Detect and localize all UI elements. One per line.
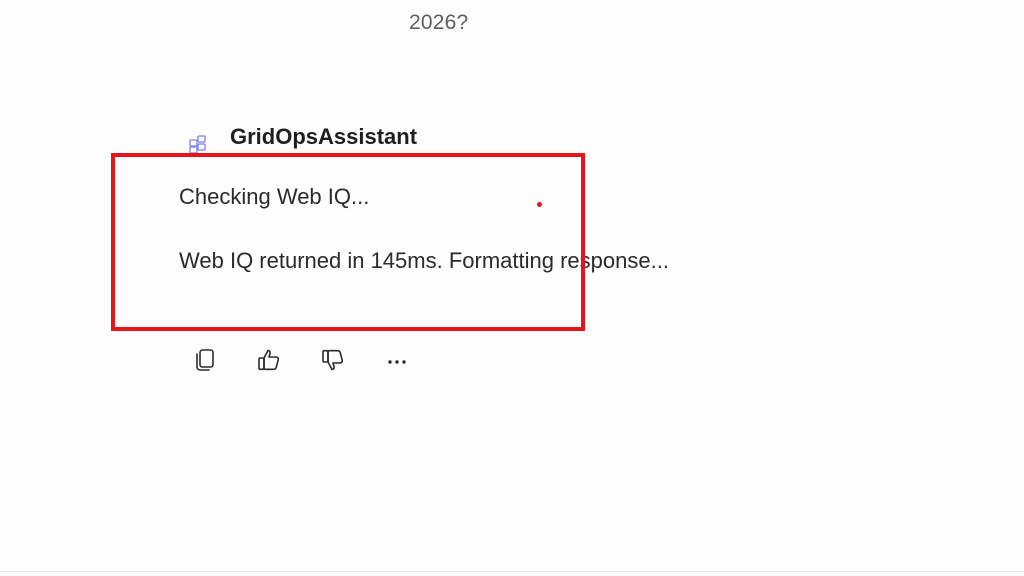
bottom-divider	[0, 571, 1024, 572]
thumbs-up-icon	[258, 349, 280, 371]
thumbs-down-icon	[322, 349, 344, 371]
assistant-name: GridOpsAssistant	[230, 124, 418, 149]
more-options-button[interactable]	[382, 345, 412, 375]
status-line-returned: Web IQ returned in 145ms. Formatting res…	[179, 248, 669, 273]
apps-grid-icon	[188, 134, 208, 154]
like-button[interactable]	[254, 345, 284, 375]
previous-user-message: 2026?	[409, 11, 469, 34]
dislike-button[interactable]	[318, 345, 348, 375]
status-line-checking: Checking Web IQ...	[179, 184, 370, 209]
message-actions	[190, 343, 446, 377]
assistant-header: GridOpsAssistant	[188, 122, 418, 154]
copy-icon	[196, 349, 214, 371]
highlight-annotation-box	[111, 153, 585, 331]
copy-button[interactable]	[190, 345, 220, 375]
more-horizontal-icon	[388, 360, 406, 364]
cursor-dot	[537, 202, 542, 207]
